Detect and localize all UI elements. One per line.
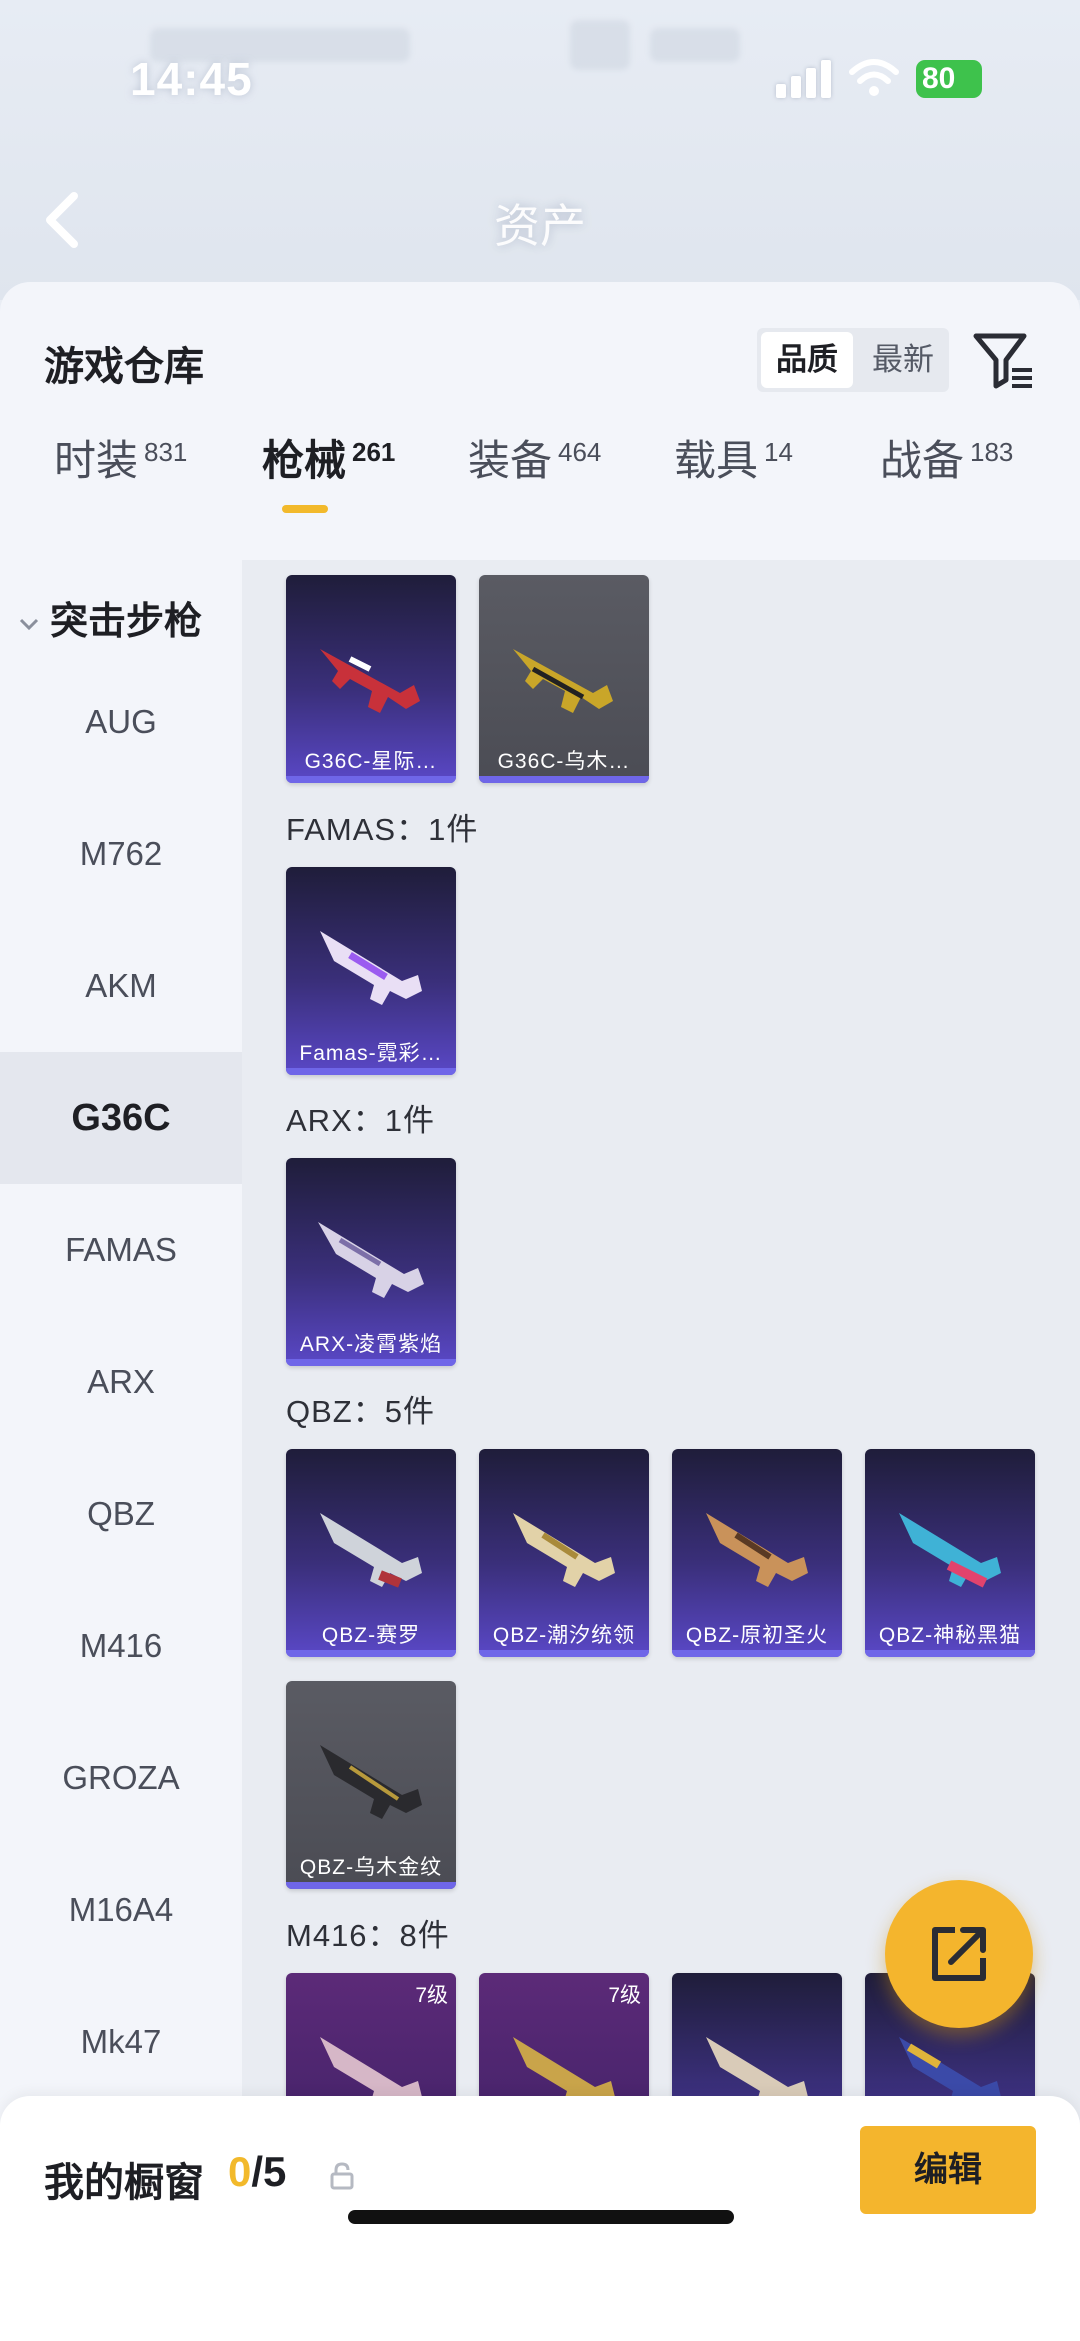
sheet-title: 游戏仓库 [44, 345, 204, 389]
warehouse-sheet: 游戏仓库 品质 最新 时装 831 枪械 261 装备 464 载具 14 战备 183 … [0, 282, 1080, 2341]
skin-card[interactable]: QBZ-神秘黑猫 [865, 1449, 1035, 1657]
quality-bar [672, 1650, 842, 1657]
rail-item-m762[interactable]: M762 [0, 788, 242, 920]
sort-option-newest[interactable]: 最新 [857, 328, 949, 392]
tab-fashion[interactable]: 时装 831 [54, 427, 187, 488]
rifle-icon [320, 649, 420, 713]
rail-item-m16a4[interactable]: M16A4 [0, 1844, 242, 1976]
rifle-icon [513, 1513, 615, 1587]
tab-firearms[interactable]: 枪械 261 [262, 427, 395, 488]
skin-name: G36C-星际… [304, 750, 438, 773]
rifle-icon [706, 1513, 808, 1587]
lock-icon [330, 2162, 354, 2190]
rifle-icon [320, 1745, 422, 1819]
rail-item-m416[interactable]: M416 [0, 1580, 242, 1712]
quality-bar [286, 776, 456, 783]
skin-name: ARX-凌霄紫焰 [299, 1333, 443, 1356]
quality-bar [286, 1359, 456, 1366]
category-tabs: 时装 831 枪械 261 装备 464 载具 14 战备 183 [0, 427, 1080, 527]
sort-toggle: 品质 最新 [757, 328, 949, 392]
skin-level: 7级 [608, 1984, 641, 2007]
skin-card[interactable]: Famas-霓彩… [286, 867, 456, 1075]
rifle-icon [318, 1222, 424, 1298]
rail-item-g36c[interactable]: G36C [0, 1052, 242, 1184]
status-and-header: 14:45 80 资产 [0, 0, 1080, 300]
skin-name: QBZ-潮汐统领 [492, 1624, 636, 1647]
skin-card[interactable]: QBZ-乌木金纹 [286, 1681, 456, 1889]
share-icon [932, 1927, 986, 1981]
group-title-arx: ARX：1件 [286, 1103, 435, 1138]
showcase-count: 0/5 [228, 2148, 287, 2195]
battery-indicator: 80 [916, 60, 982, 98]
rifle-icon [320, 1513, 422, 1588]
rifle-icon [513, 649, 613, 713]
tab-supplies[interactable]: 战备 183 [880, 427, 1013, 488]
rail-heading[interactable]: 突击步枪 [18, 590, 202, 645]
rail-item-mk47[interactable]: Mk47 [0, 1976, 242, 2108]
tab-equipment[interactable]: 装备 464 [468, 427, 601, 488]
tab-vehicles[interactable]: 载具 14 [674, 427, 793, 488]
page-title: 资产 [494, 200, 586, 252]
quality-bar [479, 1650, 649, 1657]
skin-level: 7级 [415, 1984, 448, 2007]
skin-card[interactable]: QBZ-原初圣火 [672, 1449, 842, 1657]
skin-card[interactable]: G36C-乌木… [479, 575, 649, 783]
rail-item-akm[interactable]: AKM [0, 920, 242, 1052]
skin-card[interactable]: G36C-星际… [286, 575, 456, 783]
skin-card[interactable]: QBZ-潮汐统领 [479, 1449, 649, 1657]
group-title-m416: M416：8件 [286, 1918, 450, 1953]
rifle-icon [899, 1513, 1001, 1588]
filter-icon[interactable] [972, 330, 1034, 392]
rifle-icon [320, 931, 422, 1005]
skin-name: QBZ-神秘黑猫 [878, 1624, 1022, 1647]
skin-name: QBZ-原初圣火 [685, 1624, 829, 1647]
skin-card[interactable]: QBZ-赛罗 [286, 1449, 456, 1657]
skin-name: Famas-霓彩… [299, 1042, 443, 1065]
share-button[interactable] [885, 1880, 1033, 2028]
rail-item-groza[interactable]: GROZA [0, 1712, 242, 1844]
group-title-famas: FAMAS：1件 [286, 812, 479, 847]
active-tab-underline [282, 505, 328, 513]
skin-card[interactable]: ARX-凌霄紫焰 [286, 1158, 456, 1366]
status-time: 14:45 [130, 53, 253, 105]
quality-bar [286, 1882, 456, 1889]
skin-name: QBZ-赛罗 [321, 1624, 421, 1647]
showcase-title: 我的橱窗 [44, 2161, 204, 2205]
quality-bar [479, 776, 649, 783]
quality-bar [286, 1068, 456, 1075]
group-title-qbz: QBZ：5件 [286, 1394, 435, 1429]
weapon-category-rail: 突击步枪 AUG M762 AKM G36C FAMAS ARX QBZ M41… [0, 560, 242, 2120]
wifi-icon [849, 59, 899, 96]
edit-button[interactable]: 编辑 [860, 2126, 1036, 2214]
skin-name: QBZ-乌木金纹 [299, 1856, 443, 1879]
home-indicator [348, 2210, 734, 2224]
quality-bar [286, 1650, 456, 1657]
rail-item-aug[interactable]: AUG [0, 656, 242, 788]
sort-option-quality[interactable]: 品质 [761, 332, 853, 388]
cellular-signal-icon [776, 58, 834, 98]
skin-name: G36C-乌木… [497, 750, 631, 773]
quality-bar [865, 1650, 1035, 1657]
chevron-down-icon [19, 618, 39, 631]
rail-item-qbz[interactable]: QBZ [0, 1448, 242, 1580]
rail-item-famas[interactable]: FAMAS [0, 1184, 242, 1316]
rail-item-arx[interactable]: ARX [0, 1316, 242, 1448]
